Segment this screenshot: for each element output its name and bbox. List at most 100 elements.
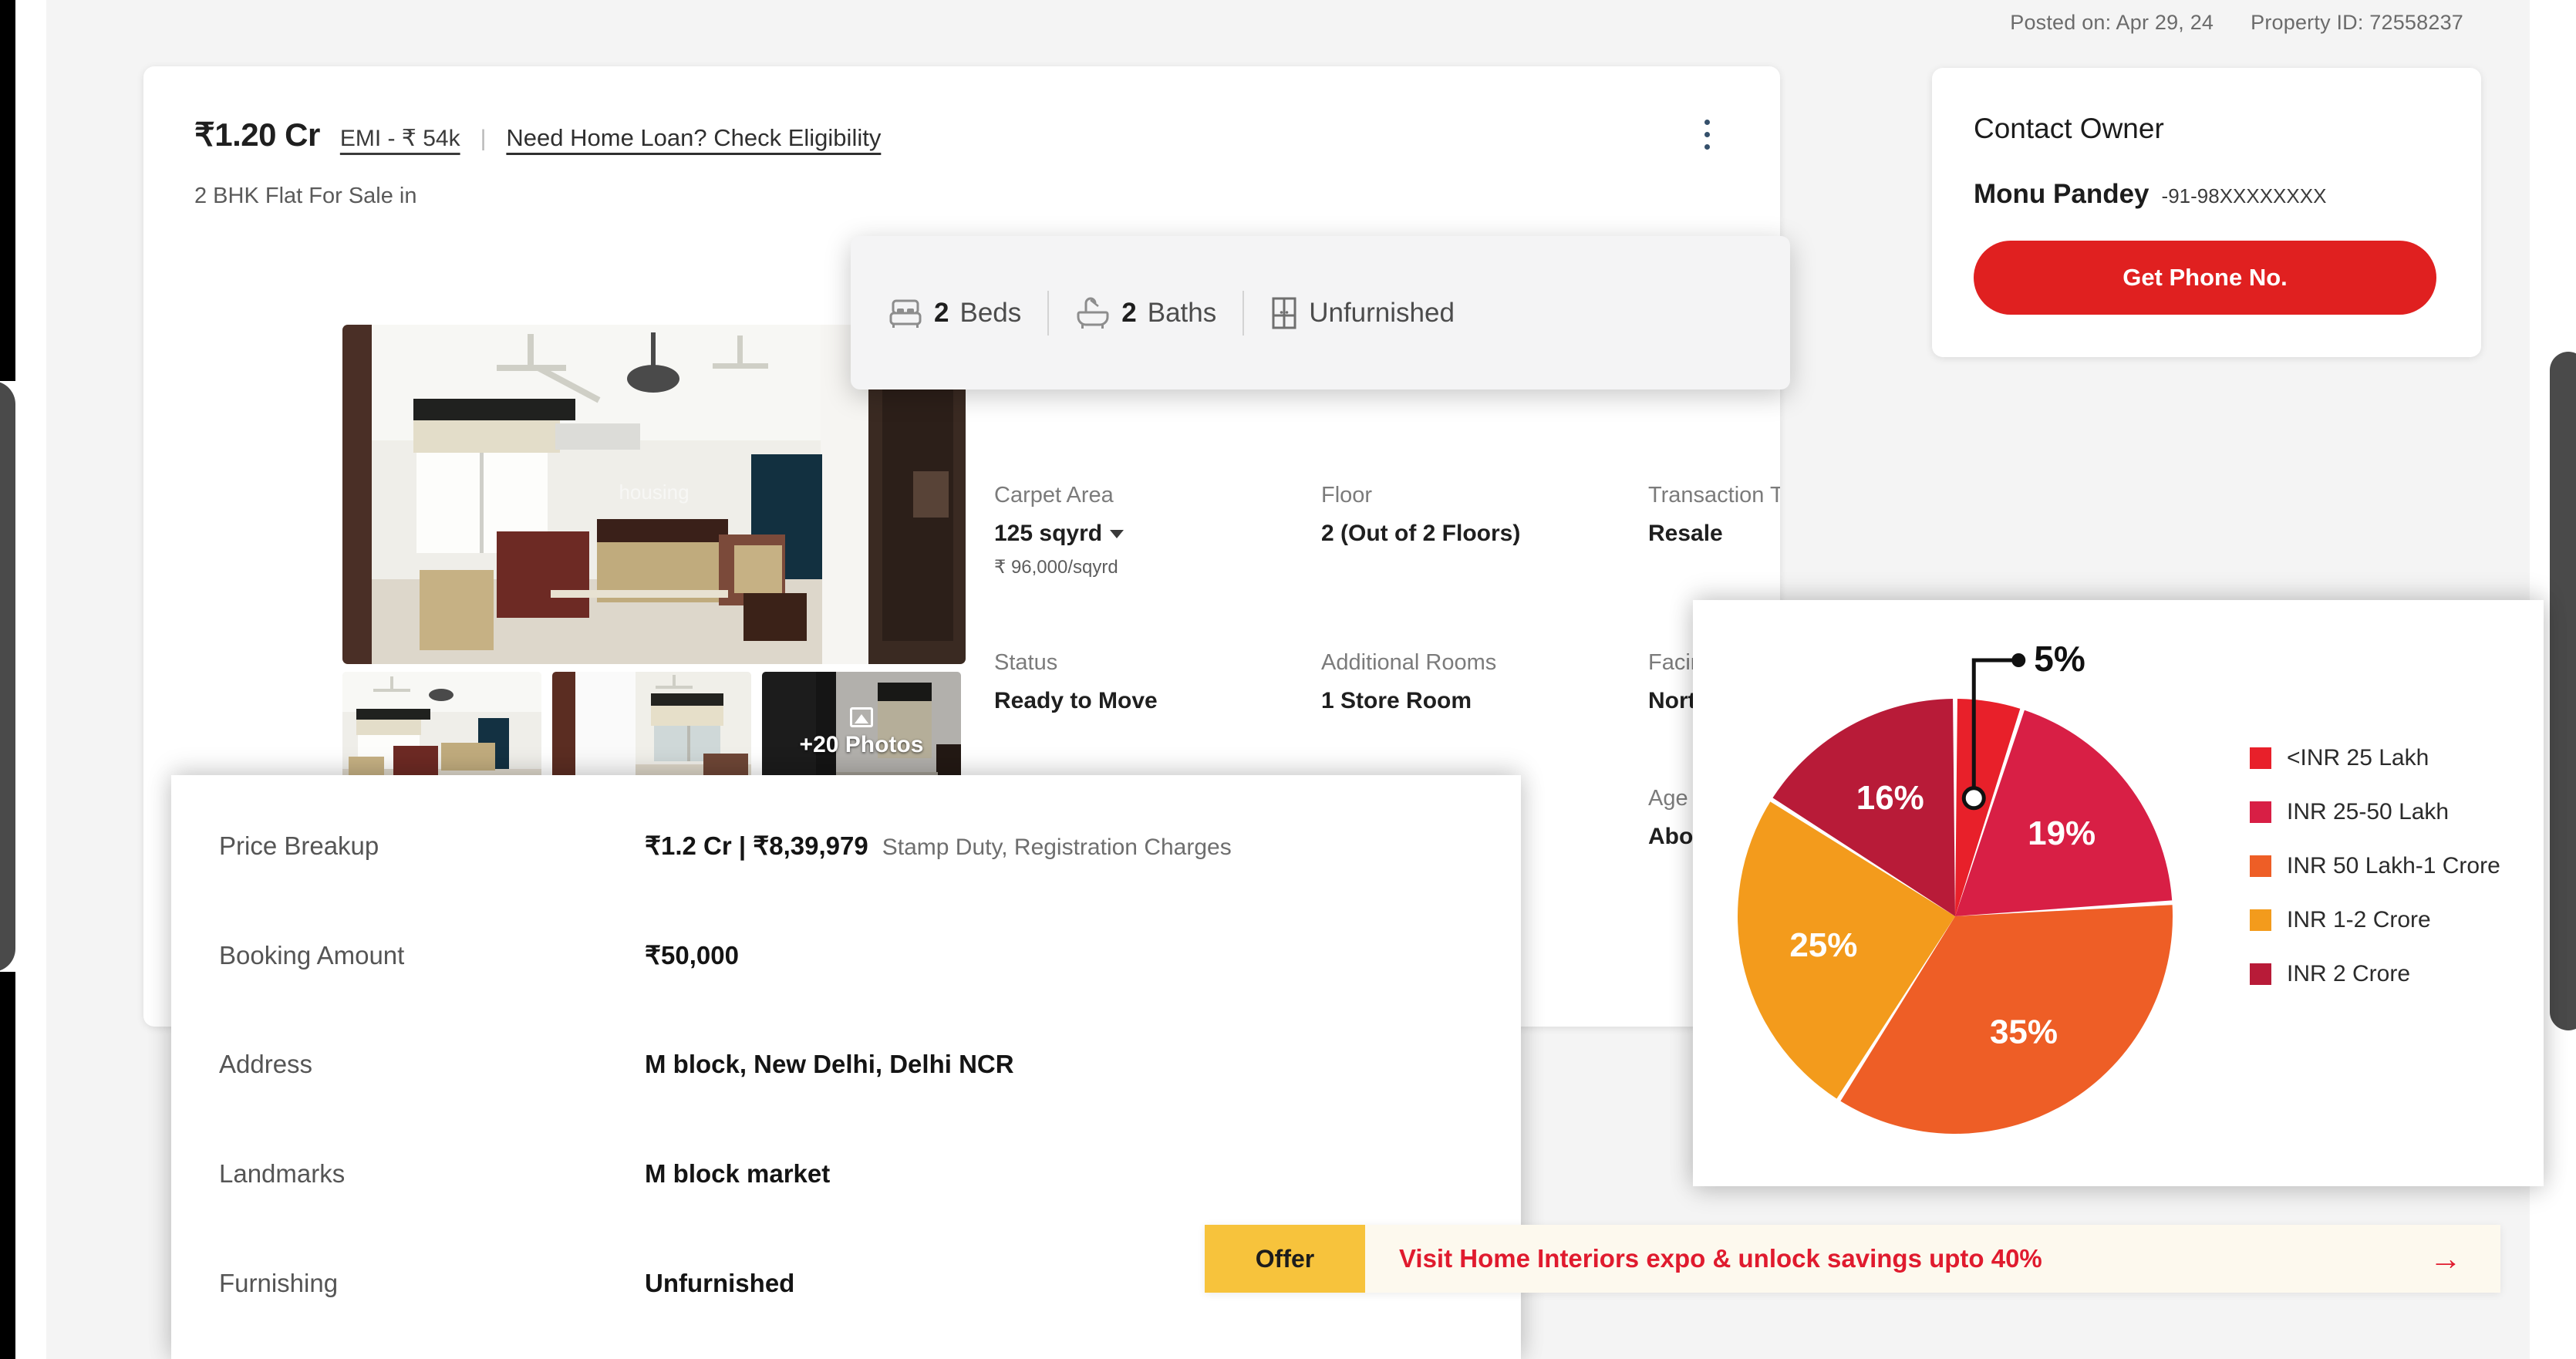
listing-price: ₹1.20 Cr xyxy=(194,116,320,153)
pie-slice-label: 19% xyxy=(2028,814,2096,852)
owner-phone-masked: -91-98XXXXXXXX xyxy=(2162,184,2327,208)
detail-label: Status xyxy=(994,650,1321,676)
kebab-dot xyxy=(1704,132,1710,137)
offer-banner[interactable]: Offer Visit Home Interiors expo & unlock… xyxy=(1205,1225,2500,1293)
viewport-edge-mask-bottom xyxy=(0,972,15,1359)
legend-swatch xyxy=(2250,855,2271,877)
breakup-row-price: Price Breakup ₹1.2 Cr | ₹8,39,979 Stamp D… xyxy=(219,831,1521,940)
wardrobe-icon xyxy=(1270,296,1298,330)
breakup-label: Furnishing xyxy=(219,1269,645,1298)
breakup-label: Price Breakup xyxy=(219,831,645,861)
furnishing-label: Unfurnished xyxy=(1309,298,1455,329)
pie-slice-label: 35% xyxy=(1990,1013,2058,1050)
contact-owner-card: Contact Owner Monu Pandey -91-98XXXXXXXX… xyxy=(1932,68,2481,357)
bed-icon xyxy=(888,298,923,329)
emi-link[interactable]: EMI - ₹ 54k xyxy=(340,125,460,152)
pie-chart-legend: <INR 25 Lakh INR 25-50 Lakh INR 50 Lakh-1 … xyxy=(2250,745,2500,987)
breakup-value: M block market xyxy=(645,1159,830,1189)
right-scrollbar-thumb[interactable] xyxy=(2550,352,2576,1030)
breakup-label: Landmarks xyxy=(219,1159,645,1189)
viewport-edge-mask-top xyxy=(0,0,15,381)
offer-tag-label: Offer xyxy=(1205,1225,1365,1293)
legend-label: INR 50 Lakh-1 Crore xyxy=(2287,853,2500,879)
beds-count: 2 xyxy=(934,298,949,329)
pie-slice-label: 25% xyxy=(1789,926,1857,964)
legend-item[interactable]: INR 2 Crore xyxy=(2250,961,2500,987)
legend-label: INR 1-2 Crore xyxy=(2287,907,2431,933)
property-id-text: Property ID: 72558237 xyxy=(2251,11,2463,35)
legend-item[interactable]: INR 25-50 Lakh xyxy=(2250,799,2500,825)
breakup-value-group: ₹1.2 Cr | ₹8,39,979 Stamp Duty, Registrat… xyxy=(645,831,1232,861)
pie-callout-label: 5% xyxy=(2034,639,2085,679)
legend-swatch xyxy=(2250,909,2271,931)
detail-value: 1 Store Room xyxy=(1321,688,1648,714)
kebab-dot xyxy=(1704,144,1710,150)
arrow-right-icon[interactable]: → xyxy=(2429,1243,2500,1275)
pie-chart-svg: 19% 35% 25% 16% 5% xyxy=(1710,615,2203,1155)
chevron-down-icon[interactable] xyxy=(1110,530,1124,538)
legend-item[interactable]: <INR 25 Lakh xyxy=(2250,745,2500,771)
pie-callout-dot xyxy=(2011,653,2025,667)
breakup-label: Address xyxy=(219,1050,645,1079)
detail-value: 125 sqyrd xyxy=(994,521,1321,547)
breakup-value: ₹1.2 Cr | ₹8,39,979 xyxy=(645,831,868,860)
detail-value: 2 (Out of 2 Floors) xyxy=(1321,521,1648,547)
detail-additional-rooms: Additional Rooms 1 Store Room xyxy=(1321,650,1648,714)
detail-value: Resale xyxy=(1648,521,1780,547)
baths-label: Baths xyxy=(1148,298,1217,329)
pie-slice-label: 16% xyxy=(1856,779,1924,817)
listing-subtitle: 2 BHK Flat For Sale in xyxy=(194,184,417,209)
baths-count: 2 xyxy=(1121,298,1136,329)
pie-callout-marker xyxy=(1964,788,1984,808)
breakup-row-booking: Booking Amount ₹50,000 xyxy=(219,940,1521,1050)
breakup-value: Unfurnished xyxy=(645,1269,794,1298)
home-loan-eligibility-link[interactable]: Need Home Loan? Check Eligibility xyxy=(506,124,881,152)
more-vertical-icon[interactable] xyxy=(1688,111,1726,157)
posted-on-text: Posted on: Apr 29, 24 xyxy=(2010,11,2214,35)
legend-swatch xyxy=(2250,801,2271,823)
photo-stack-icon xyxy=(850,707,873,727)
detail-floor: Floor 2 (Out of 2 Floors) xyxy=(1321,483,1648,578)
get-phone-number-button[interactable]: Get Phone No. xyxy=(1974,241,2436,315)
detail-label: Additional Rooms xyxy=(1321,650,1648,676)
legend-swatch xyxy=(2250,747,2271,769)
feature-baths: 2 Baths xyxy=(1049,297,1242,329)
detail-subtext: ₹ 96,000/sqyrd xyxy=(994,556,1321,578)
detail-value: Ready to Move xyxy=(994,688,1321,714)
price-header-row: ₹1.20 Cr EMI - ₹ 54k | Need Home Loan? C… xyxy=(194,116,881,153)
kebab-dot xyxy=(1704,120,1710,125)
detail-status: Status Ready to Move xyxy=(994,650,1321,714)
bathtub-icon xyxy=(1075,297,1111,329)
pie-chart: 19% 35% 25% 16% 5% xyxy=(1710,615,2203,1155)
left-scrollbar-thumb[interactable] xyxy=(0,381,15,972)
legend-label: INR 25-50 Lakh xyxy=(2287,799,2449,825)
feature-furnishing: Unfurnished xyxy=(1244,296,1481,330)
property-features-tooltip: 2 Beds 2 Baths Unfurnished xyxy=(851,236,1790,389)
breakup-note: Stamp Duty, Registration Charges xyxy=(882,835,1232,860)
breakup-label: Booking Amount xyxy=(219,941,645,970)
legend-item[interactable]: INR 50 Lakh-1 Crore xyxy=(2250,853,2500,879)
detail-label: Transaction Type xyxy=(1648,483,1780,508)
owner-name: Monu Pandey xyxy=(1974,179,2149,210)
left-scrollbar-track[interactable] xyxy=(0,0,46,1359)
beds-label: Beds xyxy=(959,298,1021,329)
detail-label: Floor xyxy=(1321,483,1648,508)
feature-beds: 2 Beds xyxy=(888,298,1047,329)
svg-text:housing: housing xyxy=(619,481,689,504)
legend-label: <INR 25 Lakh xyxy=(2287,745,2429,771)
price-divider: | xyxy=(480,126,487,152)
breakup-row-address: Address M block, New Delhi, Delhi NCR xyxy=(219,1050,1521,1159)
detail-transaction-type: Transaction Type Resale xyxy=(1648,483,1780,578)
listing-meta-row: Posted on: Apr 29, 24 Property ID: 72558… xyxy=(2010,11,2463,35)
owner-line: Monu Pandey -91-98XXXXXXXX xyxy=(1974,179,2439,210)
page-root: Posted on: Apr 29, 24 Property ID: 72558… xyxy=(0,0,2576,1359)
detail-label: Carpet Area xyxy=(994,483,1321,508)
legend-item[interactable]: INR 1-2 Crore xyxy=(2250,907,2500,933)
offer-message: Visit Home Interiors expo & unlock savin… xyxy=(1365,1244,2429,1273)
legend-swatch xyxy=(2250,963,2271,985)
breakup-value: M block, New Delhi, Delhi NCR xyxy=(645,1050,1014,1079)
detail-value-text: 125 sqyrd xyxy=(994,521,1102,546)
legend-label: INR 2 Crore xyxy=(2287,961,2410,987)
budget-distribution-chart-panel: 19% 35% 25% 16% 5% <INR 25 Lakh INR 25-50 Lak… xyxy=(1693,600,2544,1186)
photo-count-label: +20 Photos xyxy=(800,732,924,758)
